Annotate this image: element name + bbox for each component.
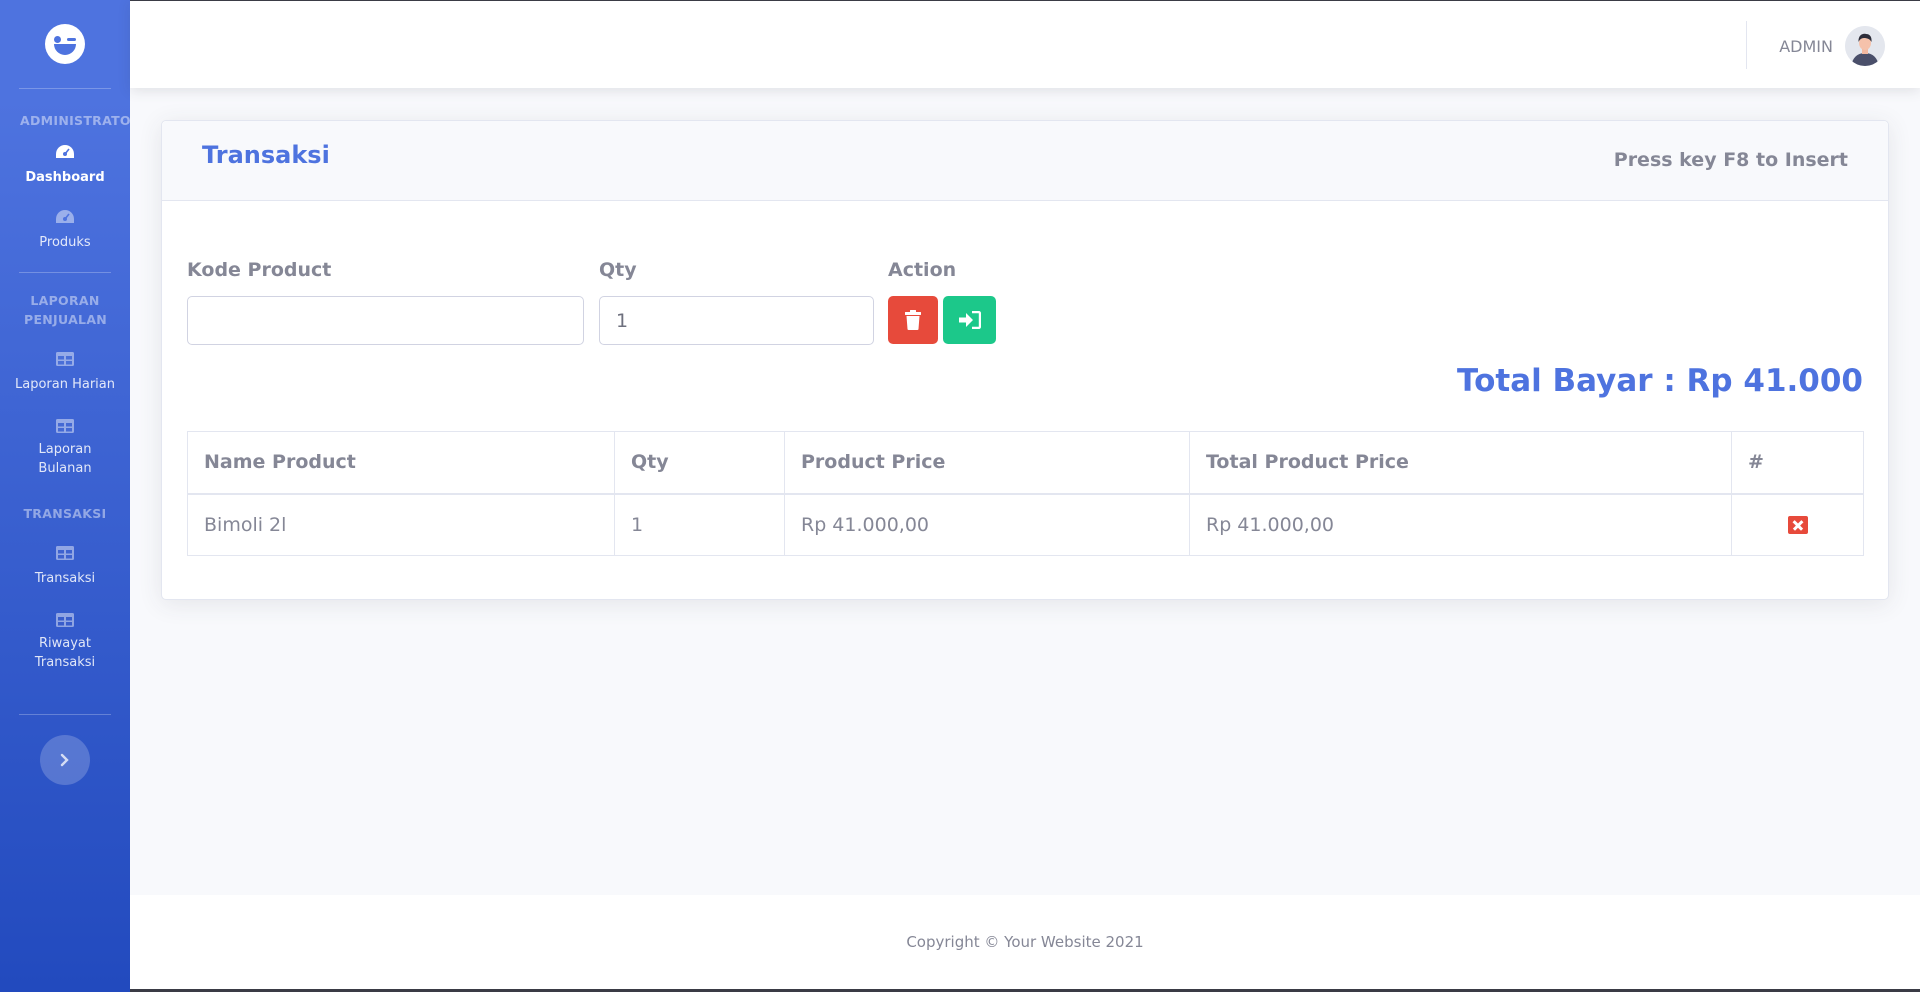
column-header-qty: Qty [614, 431, 785, 495]
sidebar-item-laporan-harian[interactable]: Laporan Harian [0, 329, 130, 402]
sidebar-item-dashboard[interactable]: Dashboard [0, 130, 130, 195]
card-title: Transaksi [202, 141, 330, 169]
sidebar: ADMINISTRATOR Dashboard Produks LAPORAN … [0, 0, 130, 992]
card-header: Transaksi Press key F8 to Insert [162, 121, 1888, 201]
qty-label: Qty [599, 259, 637, 281]
sidebar-heading-transaksi: TRANSAKSI [23, 506, 107, 521]
topbar: ADMIN [130, 0, 1920, 88]
sidebar-item-transaksi[interactable]: Transaksi [0, 523, 130, 596]
cell-price: Rp 41.000,00 [784, 493, 1190, 556]
cell-qty: 1 [614, 493, 785, 556]
sidebar-item-label: Transaksi [34, 571, 96, 586]
avatar [1845, 26, 1885, 66]
sidebar-divider [19, 88, 111, 89]
tachometer-icon [56, 145, 74, 158]
table-icon [56, 419, 74, 433]
total-bayar: Total Bayar : Rp 41.000 [1457, 363, 1863, 399]
cell-total: Rp 41.000,00 [1189, 493, 1732, 556]
sidebar-item-produks[interactable]: Produks [0, 195, 130, 260]
user-dropdown[interactable]: ADMIN [1779, 26, 1885, 66]
sign-in-icon [958, 311, 981, 329]
cell-action [1731, 493, 1864, 556]
username: ADMIN [1779, 36, 1833, 56]
trash-icon [905, 310, 921, 330]
sidebar-item-label: Produks [39, 235, 91, 250]
sidebar-heading-laporan: LAPORAN PENJUALAN [24, 293, 108, 327]
laugh-wink-icon [45, 24, 85, 64]
sidebar-divider [19, 714, 111, 715]
insert-hint: Press key F8 to Insert [1613, 149, 1848, 171]
column-header-action: # [1731, 431, 1864, 495]
sidebar-brand[interactable] [0, 0, 130, 88]
sidebar-item-label: Laporan Bulanan [38, 442, 92, 476]
table-header-row: Name Product Qty Product Price Total Pro… [187, 431, 1864, 495]
sidebar-item-label: Laporan Harian [14, 377, 115, 392]
action-label: Action [888, 259, 957, 281]
delete-row-icon[interactable] [1787, 516, 1808, 535]
footer: Copyright © Your Website 2021 [130, 895, 1920, 992]
clear-button[interactable] [888, 296, 938, 344]
user-avatar-icon [1845, 26, 1885, 66]
chevron-right-icon [60, 753, 69, 767]
sidebar-item-riwayat-transaksi[interactable]: Riwayat Transaksi [0, 596, 130, 680]
submit-button[interactable] [943, 296, 996, 344]
sidebar-item-label: Dashboard [25, 170, 105, 185]
topbar-divider [1746, 21, 1747, 69]
table-icon [56, 613, 74, 627]
copyright-text: Copyright © Your Website 2021 [906, 933, 1144, 951]
sidebar-divider [19, 272, 111, 273]
kode-product-label: Kode Product [187, 259, 332, 281]
sidebar-item-label: Riwayat Transaksi [34, 636, 96, 670]
column-header-name: Name Product [187, 431, 615, 495]
sidebar-item-laporan-bulanan[interactable]: Laporan Bulanan [0, 402, 130, 486]
kode-product-input[interactable] [187, 296, 584, 345]
transaksi-card: Transaksi Press key F8 to Insert Kode Pr… [161, 120, 1889, 600]
tachometer-icon [56, 210, 74, 223]
sidebar-heading-administrator: ADMINISTRATOR [20, 113, 130, 128]
column-header-total: Total Product Price [1189, 431, 1732, 495]
table-icon [56, 546, 74, 560]
table-row: Bimoli 2l 1 Rp 41.000,00 Rp 41.000,00 [187, 493, 1864, 556]
column-header-price: Product Price [784, 431, 1190, 495]
table-icon [56, 352, 74, 366]
transaction-table: Name Product Qty Product Price Total Pro… [187, 431, 1864, 556]
cell-name: Bimoli 2l [187, 493, 615, 556]
sidebar-toggle-button[interactable] [40, 735, 90, 785]
qty-input[interactable] [599, 296, 874, 345]
